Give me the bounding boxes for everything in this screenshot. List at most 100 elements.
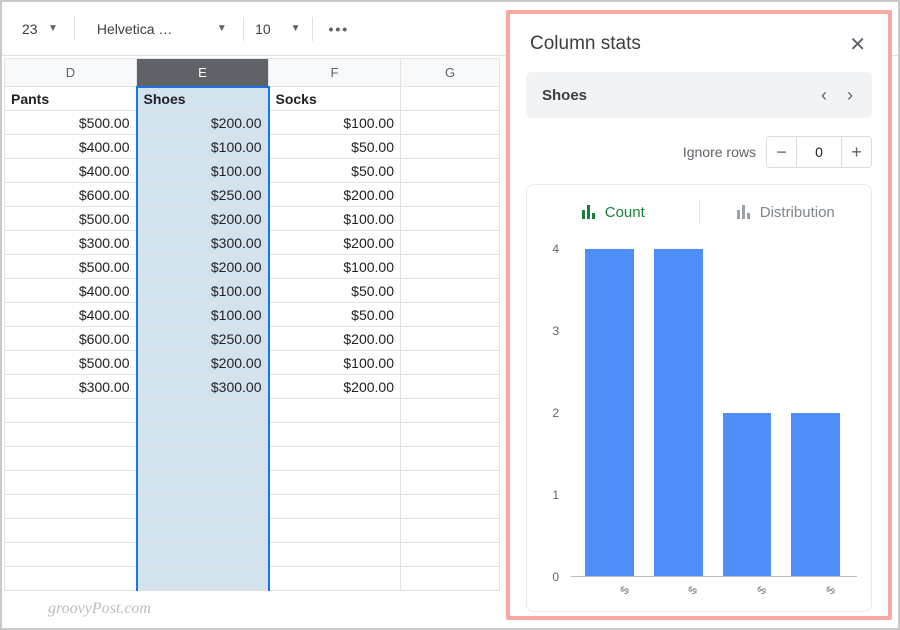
cell[interactable]: $200.00 bbox=[137, 111, 269, 135]
cell[interactable]: $600.00 bbox=[5, 327, 137, 351]
cell[interactable]: $500.00 bbox=[5, 351, 137, 375]
cell[interactable] bbox=[401, 303, 500, 327]
font-family-dropdown[interactable]: Helvetica … ▼ bbox=[85, 12, 233, 46]
cell[interactable] bbox=[269, 543, 401, 567]
cell[interactable]: $100.00 bbox=[137, 159, 269, 183]
cell[interactable] bbox=[5, 423, 137, 447]
cell[interactable] bbox=[401, 375, 500, 399]
cell[interactable] bbox=[269, 399, 401, 423]
col-header-G[interactable]: G bbox=[401, 59, 500, 87]
cell[interactable]: $100.00 bbox=[137, 279, 269, 303]
cell[interactable]: $200.00 bbox=[269, 183, 401, 207]
increment-button[interactable]: + bbox=[841, 137, 871, 167]
cell[interactable] bbox=[401, 543, 500, 567]
cell[interactable] bbox=[401, 111, 500, 135]
cell[interactable]: $100.00 bbox=[269, 255, 401, 279]
cell[interactable] bbox=[401, 159, 500, 183]
cell[interactable] bbox=[401, 135, 500, 159]
cell[interactable] bbox=[137, 399, 269, 423]
cell[interactable] bbox=[269, 447, 401, 471]
cell[interactable] bbox=[269, 519, 401, 543]
cell[interactable] bbox=[401, 207, 500, 231]
more-options-button[interactable]: ••• bbox=[323, 12, 355, 46]
cell[interactable]: $50.00 bbox=[269, 279, 401, 303]
cell[interactable] bbox=[401, 399, 500, 423]
decrement-button[interactable]: − bbox=[767, 137, 797, 167]
close-button[interactable]: ✕ bbox=[843, 26, 872, 63]
cell[interactable]: Pants bbox=[5, 87, 137, 111]
cell[interactable] bbox=[137, 567, 269, 591]
cell[interactable]: Socks bbox=[269, 87, 401, 111]
cell[interactable] bbox=[401, 447, 500, 471]
cell[interactable] bbox=[401, 255, 500, 279]
cell[interactable] bbox=[137, 495, 269, 519]
cell[interactable]: $200.00 bbox=[137, 255, 269, 279]
cell[interactable]: $200.00 bbox=[137, 351, 269, 375]
cell[interactable]: $200.00 bbox=[269, 231, 401, 255]
cell[interactable] bbox=[269, 567, 401, 591]
cell[interactable] bbox=[5, 471, 137, 495]
cell[interactable]: $300.00 bbox=[137, 375, 269, 399]
next-column-button[interactable]: › bbox=[838, 85, 862, 106]
cell[interactable]: $200.00 bbox=[137, 207, 269, 231]
cell[interactable] bbox=[137, 543, 269, 567]
cell[interactable] bbox=[5, 567, 137, 591]
cell[interactable] bbox=[269, 495, 401, 519]
cell[interactable] bbox=[401, 183, 500, 207]
ignore-rows-stepper[interactable]: − 0 + bbox=[766, 136, 872, 168]
cell[interactable]: $400.00 bbox=[5, 135, 137, 159]
cell[interactable]: $100.00 bbox=[269, 111, 401, 135]
cell[interactable] bbox=[137, 423, 269, 447]
cell[interactable]: $400.00 bbox=[5, 279, 137, 303]
cell[interactable]: $100.00 bbox=[269, 351, 401, 375]
col-header-E[interactable]: E bbox=[137, 59, 269, 87]
cell[interactable]: $500.00 bbox=[5, 111, 137, 135]
cell[interactable]: $50.00 bbox=[269, 303, 401, 327]
cell[interactable]: $250.00 bbox=[137, 327, 269, 351]
cell[interactable]: $500.00 bbox=[5, 207, 137, 231]
cell[interactable] bbox=[5, 495, 137, 519]
font-size-dropdown[interactable]: 10 ▼ bbox=[254, 12, 302, 46]
column-selector[interactable]: Shoes ‹ › bbox=[526, 72, 872, 118]
prev-column-button[interactable]: ‹ bbox=[812, 85, 836, 106]
cell[interactable] bbox=[401, 231, 500, 255]
cell[interactable] bbox=[5, 543, 137, 567]
cell[interactable]: $400.00 bbox=[5, 159, 137, 183]
cell[interactable]: $500.00 bbox=[5, 255, 137, 279]
col-header-D[interactable]: D bbox=[5, 59, 137, 87]
cell[interactable] bbox=[269, 471, 401, 495]
cell[interactable]: $100.00 bbox=[137, 303, 269, 327]
cell[interactable] bbox=[401, 519, 500, 543]
cell[interactable]: $200.00 bbox=[269, 375, 401, 399]
cell[interactable] bbox=[401, 495, 500, 519]
cell[interactable] bbox=[401, 567, 500, 591]
cell[interactable] bbox=[401, 87, 500, 111]
cell[interactable] bbox=[137, 447, 269, 471]
cell[interactable] bbox=[5, 399, 137, 423]
cell[interactable]: $100.00 bbox=[137, 135, 269, 159]
cell[interactable] bbox=[5, 519, 137, 543]
cell[interactable] bbox=[269, 423, 401, 447]
cell[interactable]: $400.00 bbox=[5, 303, 137, 327]
cell[interactable]: $600.00 bbox=[5, 183, 137, 207]
cell[interactable]: $300.00 bbox=[137, 231, 269, 255]
cell[interactable]: $200.00 bbox=[269, 327, 401, 351]
cell[interactable] bbox=[5, 447, 137, 471]
spreadsheet-grid[interactable]: D E F G Pants Shoes Socks $500.00$200.00… bbox=[4, 58, 500, 626]
cell[interactable] bbox=[137, 471, 269, 495]
number-format-dropdown[interactable]: 23 ▼ bbox=[10, 12, 64, 46]
cell[interactable] bbox=[401, 351, 500, 375]
cell[interactable]: $100.00 bbox=[269, 207, 401, 231]
cell[interactable]: Shoes bbox=[137, 87, 269, 111]
tab-distribution[interactable]: Distribution bbox=[700, 189, 872, 235]
cell[interactable] bbox=[401, 471, 500, 495]
cell[interactable]: $50.00 bbox=[269, 159, 401, 183]
cell[interactable]: $50.00 bbox=[269, 135, 401, 159]
cell[interactable] bbox=[401, 279, 500, 303]
cell[interactable]: $250.00 bbox=[137, 183, 269, 207]
cell[interactable] bbox=[137, 519, 269, 543]
tab-count[interactable]: Count bbox=[527, 189, 699, 235]
cell[interactable]: $300.00 bbox=[5, 231, 137, 255]
cell[interactable] bbox=[401, 423, 500, 447]
cell[interactable]: $300.00 bbox=[5, 375, 137, 399]
